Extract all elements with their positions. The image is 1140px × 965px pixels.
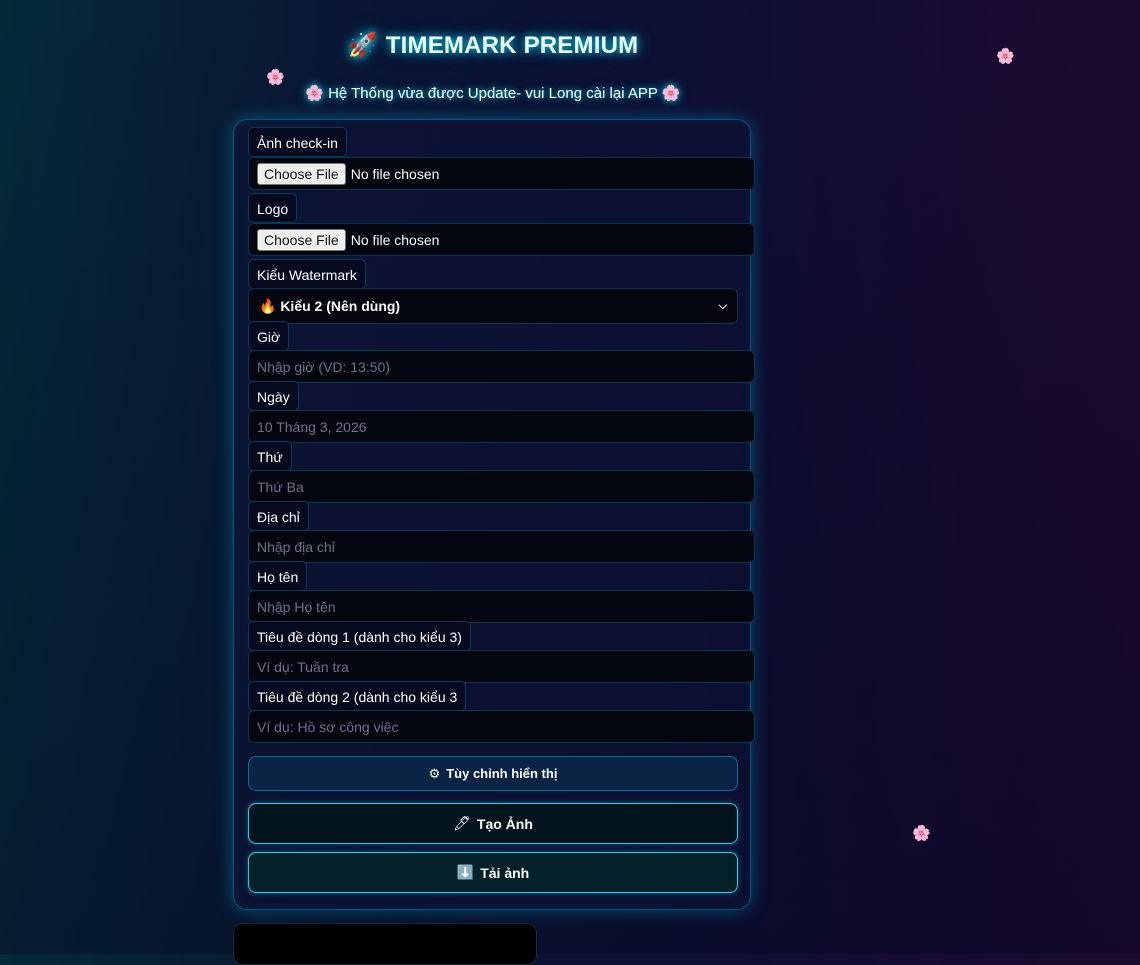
page-title-text: TIMEMARK PREMIUM: [385, 32, 639, 59]
logo-file-input[interactable]: Choose File No file chosen: [248, 223, 755, 256]
time-label: Giờ: [248, 321, 290, 351]
flower-icon: 🌸: [661, 85, 681, 102]
download-image-label: Tải ảnh: [480, 864, 530, 881]
weekday-label: Thứ: [248, 441, 292, 471]
weekday-field: [248, 470, 755, 503]
address-field: [248, 530, 755, 563]
watermark-style-value: 🔥 Kiểu 2 (Nên dùng): [259, 297, 401, 314]
flower-icon: 🌸: [996, 48, 1015, 65]
time-field: [248, 350, 755, 383]
create-image-label: Tạo Ảnh: [476, 815, 533, 832]
date-label: Ngày: [248, 381, 299, 411]
title-line-2-field: [248, 710, 755, 743]
gear-icon: ⚙: [428, 765, 441, 781]
chevron-down-icon: ⌵: [718, 299, 727, 312]
watermark-style-select[interactable]: 🔥 Kiểu 2 (Nên dùng) ⌵: [248, 288, 738, 324]
full-name-label: Họ tên: [248, 561, 308, 591]
image-preview-canvas: [233, 923, 537, 965]
time-input[interactable]: [249, 351, 754, 382]
full-name-input[interactable]: [249, 591, 754, 622]
customize-display-button[interactable]: ⚙ Tùy chỉnh hiển thị: [248, 756, 738, 791]
flower-icon: 🌸: [912, 825, 931, 842]
date-field: [248, 410, 755, 443]
download-arrow-icon: ⬇️: [456, 864, 475, 880]
checkin-choose-file-button[interactable]: Choose File: [257, 162, 346, 185]
title-line-1-field: [248, 650, 755, 683]
address-label: Địa chỉ: [248, 501, 309, 531]
rocket-icon: 🚀: [347, 32, 378, 59]
logo-label: Logo: [248, 193, 298, 223]
update-notice: 🌸 Hệ Thống vừa được Update- vui Long cài …: [0, 84, 986, 102]
logo-choose-file-button[interactable]: Choose File: [257, 228, 346, 251]
title-line-1-input[interactable]: [249, 651, 754, 682]
create-image-button[interactable]: 🖊 Tạo Ảnh: [248, 803, 738, 844]
update-notice-text: Hệ Thống vừa được Update- vui Long cài l…: [328, 85, 658, 102]
date-input[interactable]: [249, 411, 754, 442]
title-line-2-input[interactable]: [249, 711, 754, 742]
page-title: 🚀 TIMEMARK PREMIUM: [0, 31, 986, 60]
customize-display-label: Tùy chỉnh hiển thị: [446, 766, 558, 781]
title-line-1-label: Tiêu đề dòng 1 (dành cho kiểu 3): [248, 621, 471, 651]
download-image-button[interactable]: ⬇️ Tải ảnh: [248, 852, 738, 893]
checkin-image-file-input[interactable]: Choose File No file chosen: [248, 157, 755, 190]
logo-file-status: No file chosen: [350, 231, 440, 248]
address-input[interactable]: [249, 531, 754, 562]
full-name-field: [248, 590, 755, 623]
flower-icon: 🌸: [266, 69, 285, 86]
pen-icon: 🖊: [453, 815, 471, 831]
checkin-image-label: Ảnh check-in: [248, 127, 347, 157]
watermark-style-label: Kiểu Watermark: [248, 259, 366, 289]
flower-icon: 🌸: [305, 85, 325, 102]
checkin-file-status: No file chosen: [350, 165, 440, 182]
title-line-2-label: Tiêu đề dòng 2 (dành cho kiểu 3: [248, 681, 467, 711]
weekday-input[interactable]: [249, 471, 754, 502]
